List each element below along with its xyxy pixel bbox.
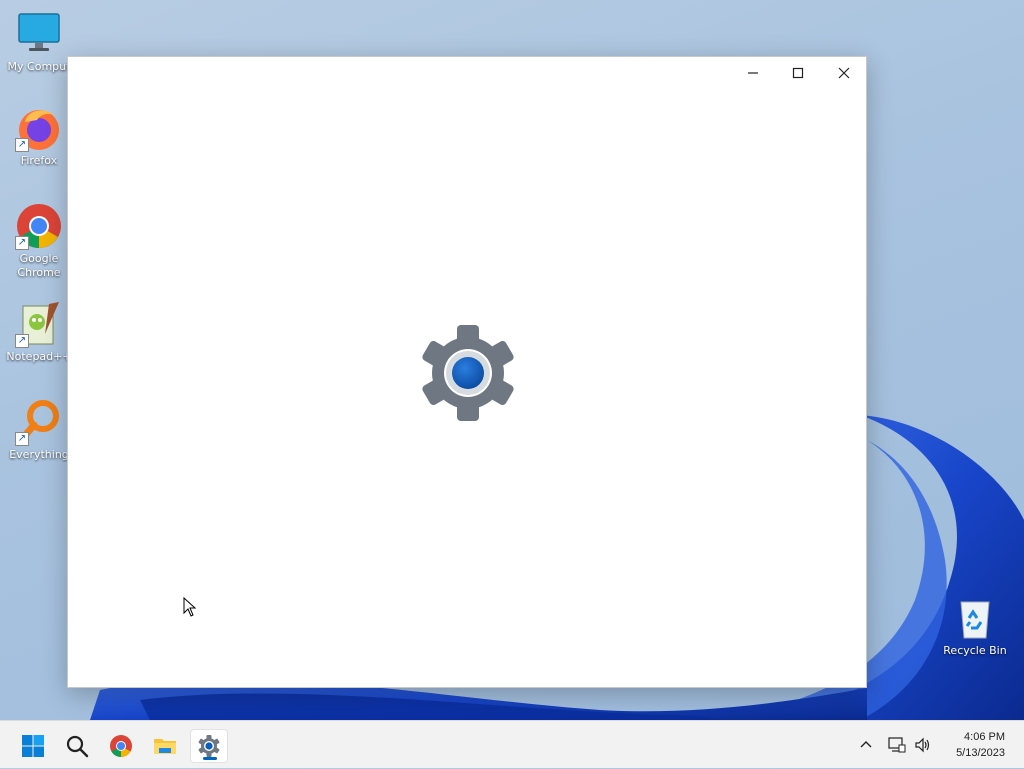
- mouse-cursor-icon: [183, 597, 197, 617]
- taskbar-chrome[interactable]: [102, 729, 140, 763]
- close-button[interactable]: [821, 57, 867, 89]
- desktop-icon-label: My Comput: [7, 60, 71, 73]
- desktop-icon-label: Recycle Bin: [943, 644, 1007, 657]
- maximize-button[interactable]: [775, 57, 821, 89]
- shortcut-arrow-icon: ↗: [15, 236, 29, 250]
- desktop-icon-firefox[interactable]: ↗ Firefox: [2, 104, 76, 168]
- desktop-icon-label: Everything: [9, 448, 69, 461]
- taskbar-file-explorer[interactable]: [146, 729, 184, 763]
- network-icon[interactable]: [888, 737, 906, 753]
- shortcut-arrow-icon: ↗: [15, 138, 29, 152]
- start-button[interactable]: [14, 729, 52, 763]
- active-app-indicator: [203, 757, 217, 760]
- minimize-icon: [748, 72, 758, 74]
- gear-icon: [198, 735, 220, 757]
- system-clock[interactable]: 4:06 PM 5/13/2023: [956, 729, 1005, 761]
- chevron-up-icon[interactable]: [858, 737, 874, 753]
- taskbar: 4:06 PM 5/13/2023: [0, 720, 1024, 768]
- settings-window[interactable]: [67, 56, 867, 688]
- desktop-icon-notepadpp[interactable]: ↗ Notepad++: [2, 300, 76, 364]
- desktop-icon-label: Notepad++: [6, 350, 72, 363]
- desktop-icon-everything[interactable]: ↗ Everything: [2, 398, 76, 462]
- desktop-icon-label: Firefox: [20, 154, 58, 167]
- system-tray: [858, 721, 932, 769]
- shortcut-arrow-icon: ↗: [15, 334, 29, 348]
- windows-logo-icon: [22, 735, 44, 757]
- volume-icon[interactable]: [914, 737, 932, 753]
- search-button[interactable]: [58, 729, 96, 763]
- recycle-bin-icon: [960, 601, 990, 639]
- gear-icon: [422, 325, 514, 421]
- close-icon: [838, 67, 850, 79]
- desktop-icon-chrome[interactable]: ↗ Google Chrome: [2, 202, 76, 280]
- clock-date: 5/13/2023: [956, 747, 1005, 759]
- clock-time: 4:06 PM: [964, 731, 1005, 743]
- shortcut-arrow-icon: ↗: [15, 432, 29, 446]
- desktop-icon-label: Google Chrome: [17, 252, 61, 279]
- folder-icon: [154, 739, 176, 754]
- search-icon: [66, 735, 89, 758]
- chrome-icon: [110, 735, 132, 757]
- monitor-icon: [18, 13, 60, 51]
- desktop-icon-recycle-bin[interactable]: Recycle Bin: [938, 594, 1012, 658]
- taskbar-settings[interactable]: [190, 729, 228, 763]
- minimize-button[interactable]: [730, 57, 776, 89]
- maximize-icon: [792, 67, 804, 79]
- desktop-icon-my-computer[interactable]: My Comput: [2, 10, 76, 74]
